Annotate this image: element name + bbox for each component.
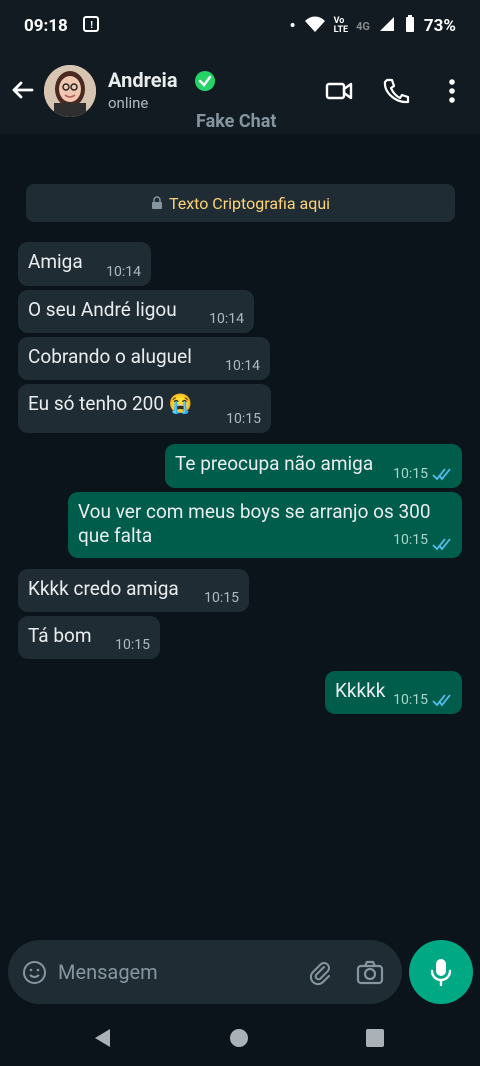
message-text: Vou ver com meus boys se arranjo os 300 … xyxy=(78,500,431,547)
contact-name[interactable]: Andreia xyxy=(108,68,178,92)
android-nav-bar xyxy=(0,1010,480,1066)
message-text: Tá bom xyxy=(28,624,92,647)
message-text: Te preocupa não amiga xyxy=(175,452,374,475)
status-right: • Vo LTE 4G 73% xyxy=(289,14,456,38)
video-call-icon[interactable] xyxy=(324,76,354,106)
message-bubble[interactable]: Vou ver com meus boys se arranjo os 300 … xyxy=(68,492,462,558)
signal-gen-label: 4G xyxy=(356,19,370,33)
status-time: 09:18 xyxy=(24,16,68,36)
message-bubble[interactable]: Kkkkk 10:15 xyxy=(325,671,462,714)
message-bubble[interactable]: Te preocupa não amiga 10:15 xyxy=(165,444,462,488)
svg-text:!: ! xyxy=(90,20,93,31)
read-receipt-icon xyxy=(432,538,451,551)
back-nav-icon[interactable] xyxy=(92,1027,114,1049)
wifi-icon xyxy=(304,15,326,38)
message-bubble[interactable]: Kkkk credo amiga 10:15 xyxy=(18,569,249,612)
notification-icon: ! xyxy=(82,15,100,38)
message-time: 10:15 xyxy=(226,411,261,427)
read-receipt-icon xyxy=(432,468,451,481)
mic-button[interactable] xyxy=(409,940,473,1004)
message-bubble[interactable]: Eu só tenho 200 😭 10:15 xyxy=(18,384,271,433)
verified-icon xyxy=(195,71,215,91)
message-text: Amiga xyxy=(28,250,83,273)
encryption-banner[interactable]: Texto Criptografia aqui xyxy=(26,184,455,222)
message-time: 10:15 xyxy=(393,466,428,482)
read-receipt-icon xyxy=(432,694,451,707)
attach-icon[interactable] xyxy=(307,960,333,986)
recents-nav-icon[interactable] xyxy=(364,1027,386,1049)
lock-icon xyxy=(151,196,162,209)
chat-header: Andreia online Fake Chat xyxy=(0,52,480,134)
emoji-icon[interactable] xyxy=(22,960,47,985)
camera-icon[interactable] xyxy=(356,960,384,986)
message-bubble[interactable]: Tá bom 10:15 xyxy=(18,616,160,659)
message-text: Kkkk credo amiga xyxy=(28,577,179,600)
message-input-bar[interactable]: Mensagem xyxy=(8,940,402,1004)
message-time: 10:15 xyxy=(204,590,239,606)
message-time: 10:14 xyxy=(225,358,260,374)
chat-area: Texto Criptografia aqui Amiga 10:14 O se… xyxy=(0,134,480,994)
fake-chat-label: Fake Chat xyxy=(196,111,277,132)
message-time: 10:15 xyxy=(393,532,428,548)
message-text: O seu André ligou xyxy=(28,298,177,321)
message-text: Eu só tenho 200 😭 xyxy=(28,392,193,415)
battery-icon xyxy=(404,14,416,38)
mic-icon xyxy=(430,959,452,987)
message-time: 10:15 xyxy=(393,692,428,708)
avatar[interactable] xyxy=(44,65,96,117)
message-time: 10:15 xyxy=(115,637,150,653)
message-text: Kkkkk xyxy=(335,679,386,702)
battery-level: 73% xyxy=(423,16,456,36)
volte-label: Vo LTE xyxy=(333,16,349,35)
home-nav-icon[interactable] xyxy=(228,1027,250,1049)
phone-icon[interactable] xyxy=(380,76,410,106)
message-bubble[interactable]: Amiga 10:14 xyxy=(18,242,151,286)
signal-icon xyxy=(378,15,396,38)
more-icon[interactable] xyxy=(437,76,467,106)
contact-status: online xyxy=(108,94,149,112)
message-text: Cobrando o aluguel xyxy=(28,345,192,368)
message-time: 10:14 xyxy=(209,311,244,327)
back-arrow-icon[interactable] xyxy=(10,77,36,103)
message-input[interactable]: Mensagem xyxy=(58,960,158,984)
message-time: 10:14 xyxy=(106,264,141,280)
status-bar: 09:18 ! • Vo LTE 4G 73% xyxy=(0,0,480,52)
message-bubble[interactable]: Cobrando o aluguel 10:14 xyxy=(18,337,270,380)
dot-icon: • xyxy=(289,16,296,36)
message-bubble[interactable]: O seu André ligou 10:14 xyxy=(18,290,254,333)
encryption-text: Texto Criptografia aqui xyxy=(168,193,331,213)
